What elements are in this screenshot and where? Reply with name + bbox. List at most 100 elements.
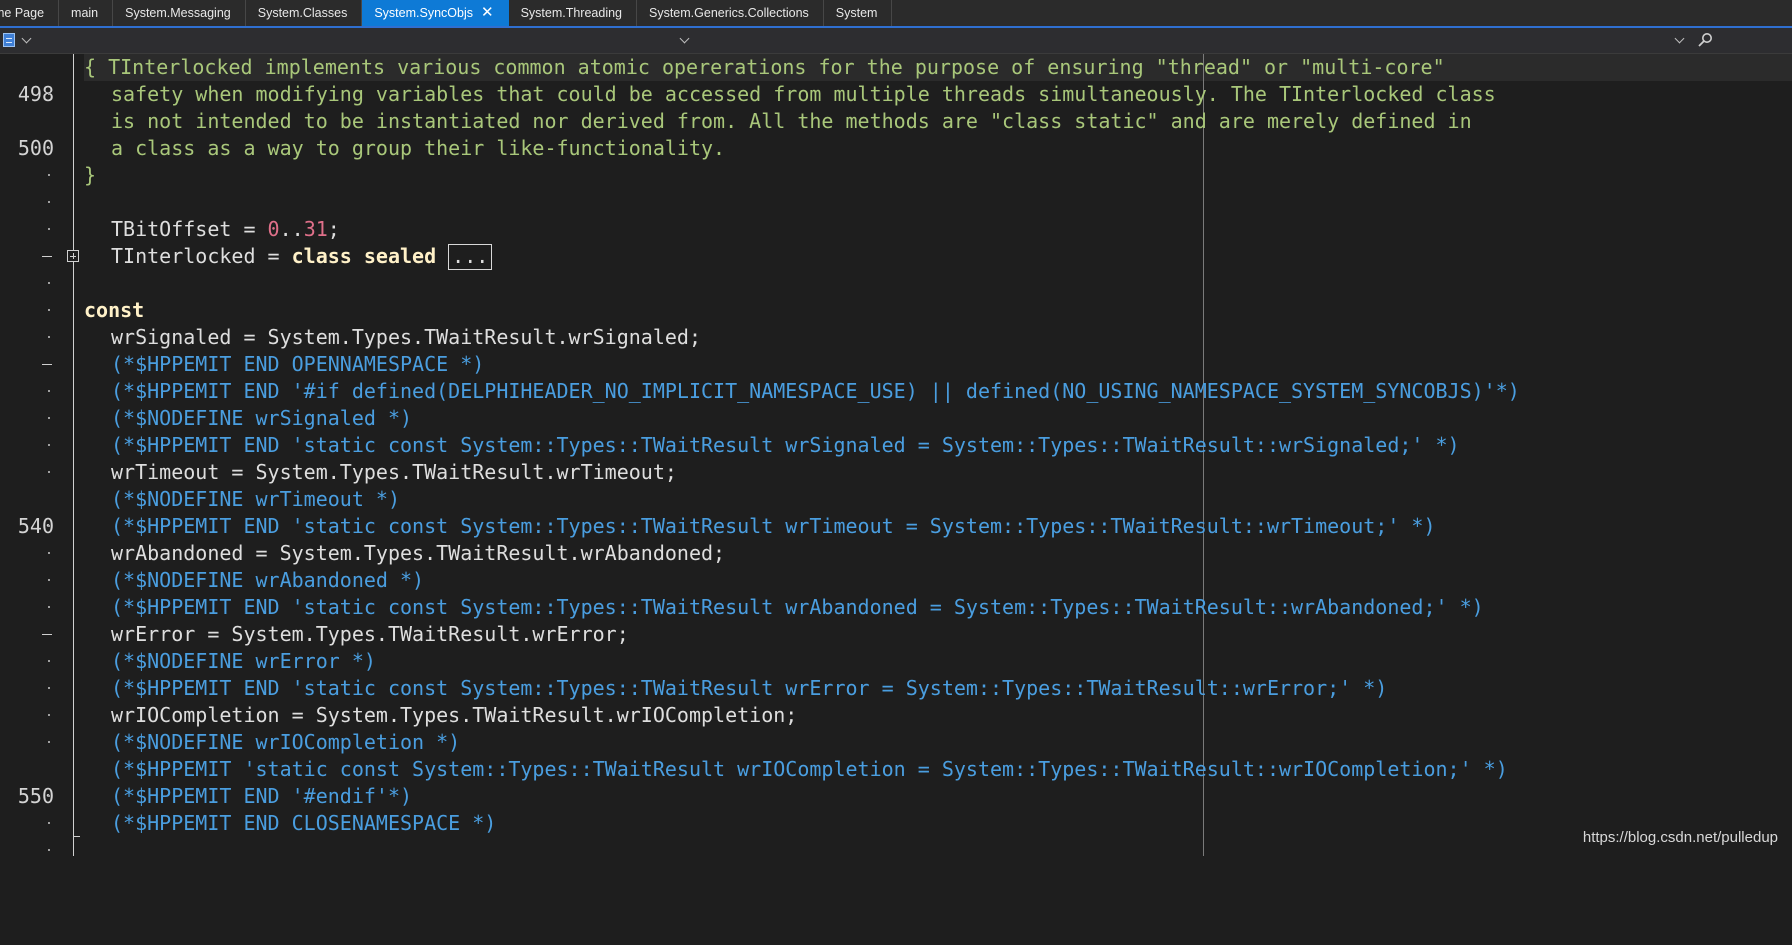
tab-main[interactable]: main: [59, 0, 114, 26]
code-text: (*$HPPEMIT END '#endif'*): [111, 784, 413, 808]
tab-label: me Page: [0, 6, 45, 20]
collapsed-region[interactable]: ...: [448, 244, 493, 270]
gutter-dot: [48, 390, 50, 392]
gutter-dash: [42, 364, 52, 365]
chevron-down-icon[interactable]: [21, 33, 32, 44]
gutter-dot: [48, 147, 50, 149]
editor-tab-strip: me Page main System.Messaging System.Cla…: [0, 0, 1792, 28]
code-line: (*$HPPEMIT END '#if defined(DELPHIHEADER…: [0, 378, 1792, 405]
code-line: safety when modifying variables that cou…: [0, 81, 1792, 108]
close-icon[interactable]: ✕: [481, 0, 494, 26]
tab-system-syncobjs[interactable]: System.SyncObjs ✕: [362, 0, 509, 26]
code-line: [0, 270, 1792, 297]
gutter-dot: [48, 552, 50, 554]
code-line: (*$NODEFINE wrSignaled *): [0, 405, 1792, 432]
code-text: (*$NODEFINE wrSignaled *): [111, 406, 413, 430]
search-icon[interactable]: [1696, 31, 1714, 49]
code-text: wrIOCompletion = System.Types.TWaitResul…: [111, 703, 798, 727]
gutter-dot: [48, 606, 50, 608]
gutter-dot: [48, 579, 50, 581]
code-line: (*$NODEFINE wrError *): [0, 648, 1792, 675]
gutter-dot: [48, 444, 50, 446]
code-line: a class as a way to group their like-fun…: [0, 135, 1792, 162]
chevron-down-icon[interactable]: [679, 33, 690, 44]
code-text: (*$NODEFINE wrError *): [111, 649, 376, 673]
code-line: (*$HPPEMIT END CLOSENAMESPACE *): [0, 810, 1792, 837]
gutter-dot: [48, 849, 50, 851]
range-operator: ..: [279, 217, 304, 241]
code-line: const: [0, 297, 1792, 324]
code-line: wrTimeout = System.Types.TWaitResult.wrT…: [0, 459, 1792, 486]
code-text: wrAbandoned = System.Types.TWaitResult.w…: [111, 541, 726, 565]
code-text: }: [84, 163, 97, 187]
code-line: (*$HPPEMIT END 'static const System::Typ…: [0, 594, 1792, 621]
code-editor[interactable]: 498 { TInterlocked implements various co…: [0, 54, 1792, 856]
gutter-dot: [48, 228, 50, 230]
gutter-dot: [48, 309, 50, 311]
tab-label: System.Messaging: [125, 6, 231, 20]
number-literal: 31: [303, 217, 328, 241]
tab-system-classes[interactable]: System.Classes: [246, 0, 363, 26]
code-text: (*$NODEFINE wrIOCompletion *): [111, 730, 461, 754]
code-text: (*$HPPEMIT END 'static const System::Typ…: [111, 676, 1388, 700]
chevron-down-icon[interactable]: [1674, 33, 1685, 44]
code-line: wrError = System.Types.TWaitResult.wrErr…: [0, 621, 1792, 648]
keyword: class sealed: [291, 244, 437, 268]
code-text: (*$HPPEMIT END '#if defined(DELPHIHEADER…: [111, 379, 1520, 403]
code-line: (*$NODEFINE wrAbandoned *): [0, 567, 1792, 594]
gutter-dash: [42, 634, 52, 635]
gutter-dot: [48, 795, 50, 797]
code-text: is not intended to be instantiated nor d…: [111, 109, 1472, 133]
code-text: { TInterlocked implements various common…: [84, 55, 1445, 79]
code-text: (*$HPPEMIT END 'static const System::Typ…: [111, 433, 1460, 457]
code-line: TBitOffset = 0..31;: [0, 216, 1792, 243]
watermark: https://blog.csdn.net/pulledup: [1582, 829, 1778, 846]
tab-system-threading[interactable]: System.Threading: [509, 0, 637, 26]
gutter-dot: [48, 471, 50, 473]
gutter-dot: [48, 822, 50, 824]
gutter-dash: [42, 256, 52, 257]
gutter-dot: [48, 201, 50, 203]
code-text: wrSignaled = System.Types.TWaitResult.wr…: [111, 325, 702, 349]
code-line: (*$NODEFINE wrIOCompletion *): [0, 729, 1792, 756]
code-text: TBitOffset = 0..31;: [84, 216, 340, 243]
code-line: [0, 837, 1792, 864]
code-line: (*$HPPEMIT END '#endif'*): [0, 783, 1792, 810]
doc-icon[interactable]: [3, 33, 15, 47]
code-line: }: [0, 162, 1792, 189]
fold-expand-icon[interactable]: [67, 250, 79, 262]
gutter-dot: [48, 417, 50, 419]
code-line: wrAbandoned = System.Types.TWaitResult.w…: [0, 540, 1792, 567]
tab-system-generics-collections[interactable]: System.Generics.Collections: [637, 0, 824, 26]
type-name: TInterlocked =: [111, 244, 292, 268]
gutter-dot: [48, 174, 50, 176]
tab-welcome-page[interactable]: me Page: [0, 0, 60, 26]
number-literal: 0: [267, 217, 280, 241]
code-line: 498 { TInterlocked implements various co…: [0, 54, 1792, 106]
gutter-dot: [48, 93, 50, 95]
code-line: wrSignaled = System.Types.TWaitResult.wr…: [0, 324, 1792, 351]
code-text: TInterlocked = class sealed ...: [84, 243, 493, 270]
tab-label: System: [835, 6, 878, 20]
semicolon: ;: [327, 217, 340, 241]
code-text: (*$HPPEMIT 'static const System::Types::…: [111, 757, 1508, 781]
gutter-dot: [48, 282, 50, 284]
code-line: 550 (*$HPPEMIT 'static const System::Typ…: [0, 756, 1792, 808]
tab-label: System.SyncObjs: [374, 6, 473, 20]
tab-label: main: [71, 6, 99, 20]
keyword: const: [84, 298, 145, 322]
code-text: (*$HPPEMIT END CLOSENAMESPACE *): [111, 811, 497, 835]
tab-system[interactable]: System: [824, 0, 893, 26]
tab-system-messaging[interactable]: System.Messaging: [113, 0, 246, 26]
code-line: (*$HPPEMIT END 'static const System::Typ…: [0, 513, 1792, 540]
gutter-dot: [48, 336, 50, 338]
gutter-dot: [48, 714, 50, 716]
code-line: TInterlocked = class sealed ...: [0, 243, 1792, 270]
tab-label: System.Generics.Collections: [649, 6, 809, 20]
code-text: (*$HPPEMIT END OPENNAMESPACE *): [111, 352, 485, 376]
tab-label: System.Classes: [257, 6, 348, 20]
code-text: (*$HPPEMIT END 'static const System::Typ…: [111, 595, 1484, 619]
type-name: TBitOffset =: [111, 217, 268, 241]
code-line: wrIOCompletion = System.Types.TWaitResul…: [0, 702, 1792, 729]
gutter-dot: [48, 687, 50, 689]
